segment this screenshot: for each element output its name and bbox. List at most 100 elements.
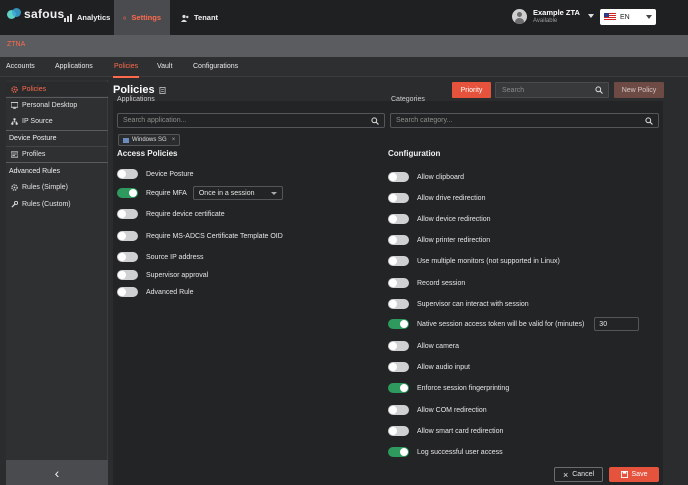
profile-card-icon: [11, 150, 18, 158]
save-button[interactable]: Save: [609, 467, 659, 482]
nav-analytics-label: Analytics: [77, 13, 111, 22]
config-label: Native session access token will be vali…: [417, 320, 585, 328]
access-policy-label: Device Posture: [146, 170, 194, 178]
collapse-sidebar-button[interactable]: ‹: [6, 460, 108, 485]
config-label: Record session: [417, 279, 466, 287]
sidebar-item-profiles[interactable]: Profiles: [6, 147, 108, 161]
nav-analytics[interactable]: Analytics: [55, 0, 119, 35]
cancel-button[interactable]: × Cancel: [554, 467, 603, 482]
tab-applications[interactable]: Applications: [55, 63, 93, 70]
sidebar-item-label: Rules (Simple): [22, 183, 68, 191]
toggle-switch[interactable]: [388, 193, 409, 203]
sidebar-item-ip-source[interactable]: IP Source: [6, 114, 108, 128]
access-policy-label: Supervisor approval: [146, 271, 209, 279]
save-icon: [620, 471, 628, 478]
sidebar-item-policies[interactable]: Policies: [6, 82, 108, 96]
config-label: Allow device redirection: [417, 215, 491, 223]
toggle-switch[interactable]: [388, 256, 409, 266]
category-search-placeholder: Search category...: [396, 117, 453, 124]
toggle-switch[interactable]: [388, 235, 409, 245]
gear-icon: [11, 85, 18, 93]
tab-configurations[interactable]: Configurations: [193, 63, 238, 70]
tab-vault[interactable]: Vault: [157, 63, 172, 70]
config-log-user-access: Log successful user access: [388, 447, 503, 457]
toggle-switch[interactable]: [388, 278, 409, 288]
config-label: Allow COM redirection: [417, 406, 487, 414]
config-label: Use multiple monitors (not supported in …: [417, 257, 560, 265]
config-allow-camera: Allow camera: [388, 341, 459, 351]
application-search-input[interactable]: Search application...: [117, 113, 385, 128]
close-icon[interactable]: ×: [172, 137, 176, 143]
access-policy-device-posture: Device Posture: [117, 169, 193, 179]
toggle-switch[interactable]: [388, 299, 409, 309]
gear-icon: [123, 15, 127, 20]
config-label: Allow audio input: [417, 363, 470, 371]
mfa-frequency-select[interactable]: Once in a session: [192, 186, 283, 200]
configuration-title: Configuration: [388, 149, 441, 158]
toggle-switch[interactable]: [117, 231, 138, 241]
sidebar-item-rules-simple[interactable]: Rules (Simple): [6, 180, 108, 194]
toggle-switch[interactable]: [388, 214, 409, 224]
toggle-switch[interactable]: [388, 426, 409, 436]
new-policy-button[interactable]: New Policy: [614, 82, 664, 98]
bar-chart-icon: [64, 13, 72, 22]
tab-accounts[interactable]: Accounts: [6, 63, 35, 70]
selected-application-chip: Windows SG ×: [118, 134, 181, 146]
divider: [6, 162, 108, 163]
section-label: ZTNA: [7, 41, 26, 48]
config-label: Allow camera: [417, 342, 460, 350]
access-policy-device-certificate: Require device certificate: [117, 209, 225, 219]
application-search-placeholder: Search application...: [123, 117, 187, 124]
chip-label: Windows SG: [132, 137, 167, 143]
config-session-fingerprinting: Enforce session fingerprinting: [388, 383, 509, 393]
avatar: [512, 8, 527, 24]
search-icon[interactable]: [595, 86, 603, 94]
toggle-switch[interactable]: [117, 169, 138, 179]
toggle-switch[interactable]: [388, 405, 409, 415]
tab-policies[interactable]: Policies: [114, 63, 138, 70]
config-label: Allow smart card redirection: [417, 427, 504, 435]
access-policy-advanced-rule: Advanced Rule: [117, 287, 193, 297]
token-minutes-input[interactable]: 30: [594, 317, 640, 331]
applications-label: Applications: [117, 96, 155, 103]
tenant-icon: [181, 14, 189, 22]
categories-label: Categories: [391, 96, 425, 103]
access-policy-label: Require device certificate: [146, 210, 225, 218]
toggle-switch[interactable]: [388, 172, 409, 182]
category-search-input[interactable]: Search category...: [390, 113, 659, 128]
sidebar-item-personal-desktop[interactable]: Personal Desktop: [6, 98, 108, 112]
token-minutes-value: 30: [599, 320, 608, 328]
toggle-switch[interactable]: [388, 447, 409, 457]
search-placeholder: Search: [502, 86, 525, 94]
toggle-switch[interactable]: [388, 362, 409, 372]
nav-tenant[interactable]: Tenant: [172, 0, 227, 35]
page-title: Policies: [113, 84, 155, 96]
priority-button[interactable]: Priority: [452, 82, 491, 98]
toggle-switch[interactable]: [117, 287, 138, 297]
toggle-switch[interactable]: [388, 319, 409, 329]
save-button-label: Save: [631, 471, 648, 478]
sidebar-heading-advanced-rules: Advanced Rules: [9, 167, 60, 175]
toggle-switch[interactable]: [117, 252, 138, 262]
sidebar-item-label: Policies: [22, 85, 47, 93]
nav-settings[interactable]: Settings: [114, 0, 170, 35]
toggle-switch[interactable]: [388, 383, 409, 393]
language-select[interactable]: EN: [600, 9, 656, 25]
toggle-switch[interactable]: [388, 341, 409, 351]
sidebar-item-rules-custom[interactable]: Rules (Custom): [6, 197, 108, 211]
top-bar: safous Analytics Settings Tenant Example…: [0, 0, 688, 35]
search-icon[interactable]: [371, 117, 379, 125]
config-device-redirection: Allow device redirection: [388, 214, 491, 224]
search-input[interactable]: Search: [495, 82, 609, 98]
access-policy-require-mfa: Require MFA Once in a session: [117, 186, 283, 200]
page-title-wrap: Policies: [113, 84, 166, 96]
wrench-icon: [11, 200, 18, 208]
document-icon[interactable]: [159, 86, 166, 94]
toggle-switch[interactable]: [117, 270, 138, 280]
config-drive-redirection: Allow drive redirection: [388, 193, 485, 203]
user-menu[interactable]: Example ZTA Available: [512, 8, 594, 24]
search-icon[interactable]: [645, 117, 653, 125]
config-label: Enforce session fingerprinting: [417, 384, 510, 392]
toggle-switch[interactable]: [117, 188, 138, 198]
toggle-switch[interactable]: [117, 209, 138, 219]
